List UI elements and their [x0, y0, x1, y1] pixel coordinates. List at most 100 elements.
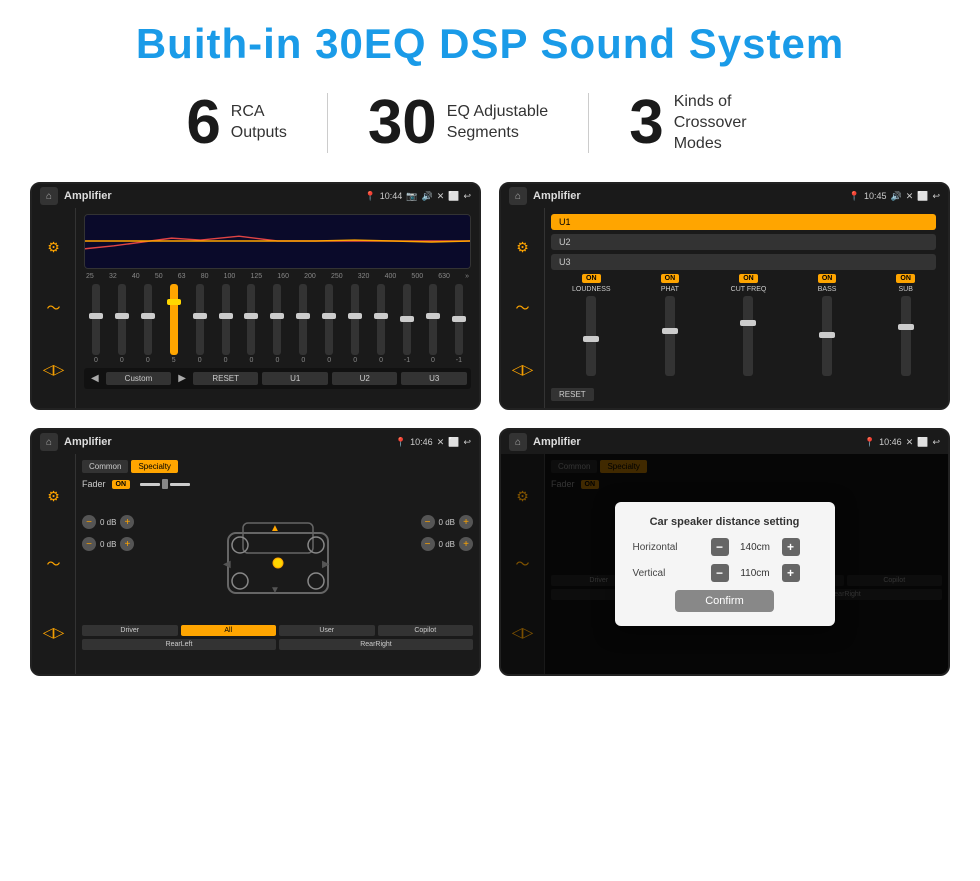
cross-sidebar-icon-1[interactable]: ⚙: [509, 233, 537, 261]
fader-slider-left: [140, 483, 160, 486]
page-container: Buith-in 30EQ DSP Sound System 6 RCAOutp…: [0, 0, 980, 881]
horizontal-plus[interactable]: +: [782, 538, 800, 556]
eq-sidebar-icon-2[interactable]: 〜: [40, 294, 68, 322]
home-icon-cross[interactable]: ⌂: [509, 187, 527, 205]
eq-slider-9[interactable]: 0: [325, 284, 333, 364]
freq-160: 160: [277, 273, 289, 280]
bass-slider[interactable]: [822, 296, 832, 376]
confirm-button[interactable]: Confirm: [675, 590, 774, 612]
page-title: Buith-in 30EQ DSP Sound System: [30, 20, 950, 68]
cutfreq-on[interactable]: ON: [739, 274, 758, 283]
db-val-tr: 0 dB: [439, 518, 455, 527]
tab-common[interactable]: Common: [82, 460, 128, 473]
status-icons-fader: 📍 10:46 ✕ ⬜ ↩: [395, 437, 471, 448]
car-svg: ▲ ▼ ◀ ▶: [218, 513, 338, 603]
location-icon-dist: 📍: [864, 437, 875, 448]
fader-sidebar-icon-2[interactable]: 〜: [40, 550, 68, 578]
vertical-label: Vertical: [633, 568, 703, 579]
btn-driver[interactable]: Driver: [82, 625, 178, 636]
preset-reset[interactable]: RESET: [193, 372, 259, 385]
cutfreq-slider[interactable]: [743, 296, 753, 376]
sub-on[interactable]: ON: [896, 274, 915, 283]
bottom-btn-row-2: RearLeft RearRight: [82, 639, 473, 650]
fader-left-sidebar: ⚙ 〜 ◁▷: [32, 454, 76, 674]
cutfreq-label: CUT FREQ: [731, 286, 767, 293]
home-icon[interactable]: ⌂: [40, 187, 58, 205]
horizontal-minus[interactable]: −: [711, 538, 729, 556]
tab-specialty[interactable]: Specialty: [131, 460, 177, 473]
eq-slider-0[interactable]: 0: [92, 284, 100, 364]
minus-btn-br[interactable]: −: [421, 537, 435, 551]
preset-u2[interactable]: U2: [332, 372, 398, 385]
freq-100: 100: [224, 273, 236, 280]
minus-btn-tr[interactable]: −: [421, 515, 435, 529]
preset-u3[interactable]: U3: [401, 372, 467, 385]
preset-u1[interactable]: U1: [262, 372, 328, 385]
eq-slider-6[interactable]: 0: [247, 284, 255, 364]
stat-label-eq: EQ AdjustableSegments: [447, 102, 548, 144]
next-arrow[interactable]: ▶: [175, 371, 189, 386]
status-bar-dist: ⌂ Amplifier 📍 10:46 ✕ ⬜ ↩: [501, 430, 948, 454]
car-diagram-area: − 0 dB + − 0 dB +: [82, 495, 473, 625]
eq-slider-1[interactable]: 0: [118, 284, 126, 364]
cross-phat: ON PHAT: [634, 274, 707, 376]
cross-tab-u3[interactable]: U3: [551, 254, 936, 270]
freq-80: 80: [201, 273, 209, 280]
phat-on[interactable]: ON: [661, 274, 680, 283]
phat-label: PHAT: [661, 286, 679, 293]
sub-slider[interactable]: [901, 296, 911, 376]
phat-slider[interactable]: [665, 296, 675, 376]
eq-slider-14[interactable]: -1: [455, 284, 463, 364]
eq-left-sidebar: ⚙ 〜 ◁▷: [32, 208, 76, 408]
btn-rearright[interactable]: RearRight: [279, 639, 473, 650]
cross-sidebar-icon-3[interactable]: ◁▷: [509, 356, 537, 384]
db-val-bl: 0 dB: [100, 540, 116, 549]
cross-tab-u1[interactable]: U1: [551, 214, 936, 230]
eq-slider-3[interactable]: 5: [170, 284, 178, 364]
btn-user[interactable]: User: [279, 625, 375, 636]
car-icon: ▲ ▼ ◀ ▶: [218, 513, 338, 608]
eq-slider-11[interactable]: 0: [377, 284, 385, 364]
close-icon-fader: ✕: [437, 437, 445, 448]
eq-slider-7[interactable]: 0: [273, 284, 281, 364]
plus-btn-bl[interactable]: +: [120, 537, 134, 551]
plus-btn-tl[interactable]: +: [120, 515, 134, 529]
loudness-slider[interactable]: [586, 296, 596, 376]
eq-sidebar-icon-1[interactable]: ⚙: [40, 233, 68, 261]
loudness-on[interactable]: ON: [582, 274, 601, 283]
eq-slider-2[interactable]: 0: [144, 284, 152, 364]
home-icon-dist[interactable]: ⌂: [509, 433, 527, 451]
status-icons-cross: 📍 10:45 🔊 ✕ ⬜ ↩: [849, 191, 940, 202]
fader-on-badge[interactable]: ON: [112, 480, 131, 489]
fader-slider-thumb[interactable]: [162, 479, 168, 489]
back-icon-cross: ↩: [932, 191, 940, 202]
preset-custom[interactable]: Custom: [106, 372, 172, 385]
eq-slider-10[interactable]: 0: [351, 284, 359, 364]
fader-sidebar-icon-3[interactable]: ◁▷: [40, 618, 68, 646]
minus-btn-bl[interactable]: −: [82, 537, 96, 551]
vertical-minus[interactable]: −: [711, 564, 729, 582]
bass-on[interactable]: ON: [818, 274, 837, 283]
cross-tab-u2[interactable]: U2: [551, 234, 936, 250]
eq-sidebar-icon-3[interactable]: ◁▷: [40, 356, 68, 384]
vertical-plus[interactable]: +: [782, 564, 800, 582]
minus-btn-tl[interactable]: −: [82, 515, 96, 529]
btn-copilot[interactable]: Copilot: [378, 625, 474, 636]
plus-btn-tr[interactable]: +: [459, 515, 473, 529]
cross-loudness: ON LOUDNESS: [555, 274, 628, 376]
window-icon-cross: ⬜: [917, 191, 928, 202]
fader-sidebar-icon-1[interactable]: ⚙: [40, 482, 68, 510]
btn-rearleft[interactable]: RearLeft: [82, 639, 276, 650]
eq-slider-8[interactable]: 0: [299, 284, 307, 364]
home-icon-fader[interactable]: ⌂: [40, 433, 58, 451]
eq-slider-4[interactable]: 0: [196, 284, 204, 364]
eq-slider-5[interactable]: 0: [222, 284, 230, 364]
window-icon-dist: ⬜: [917, 437, 928, 448]
eq-slider-13[interactable]: 0: [429, 284, 437, 364]
cross-reset-btn[interactable]: RESET: [551, 388, 594, 401]
plus-btn-br[interactable]: +: [459, 537, 473, 551]
btn-all[interactable]: All: [181, 625, 277, 636]
eq-slider-12[interactable]: -1: [403, 284, 411, 364]
prev-arrow[interactable]: ◀: [88, 371, 102, 386]
cross-sidebar-icon-2[interactable]: 〜: [509, 294, 537, 322]
